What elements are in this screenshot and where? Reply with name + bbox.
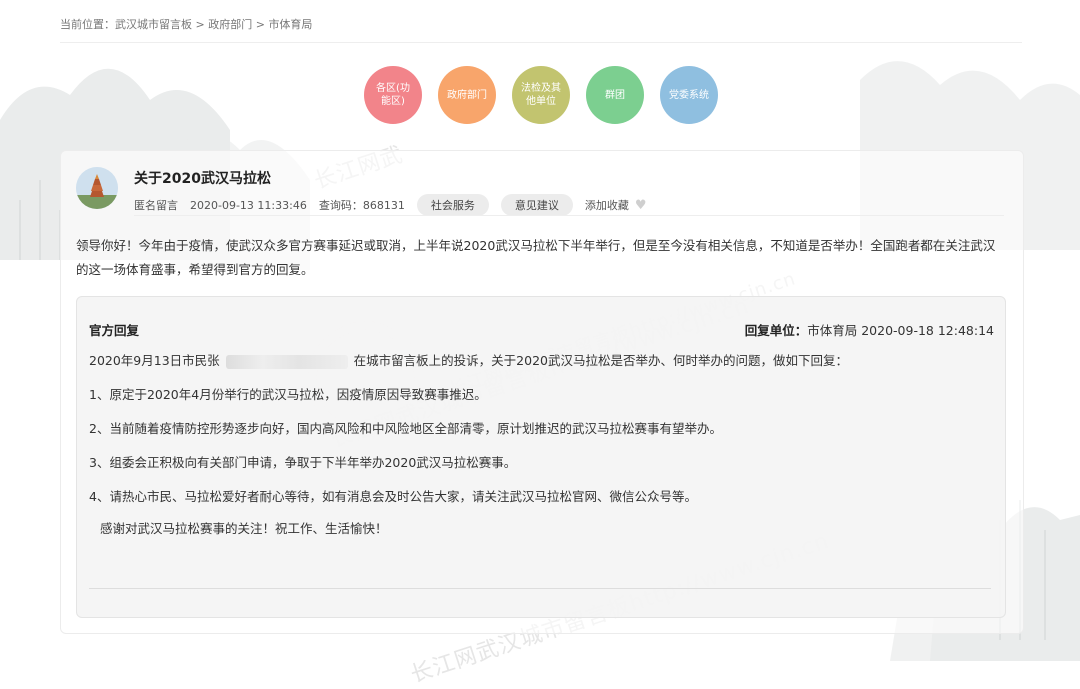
tag-suggestion[interactable]: 意见建议 [500, 194, 573, 216]
post-meta: 匿名留言 2020-09-13 11:33:46 查询码：868131 社会服务… [134, 194, 646, 216]
heart-icon[interactable]: ♥ [635, 198, 647, 213]
reply-meta: 回复单位：市体育局 2020-09-18 12:48:14 [745, 320, 994, 339]
reply-intro-after: 在城市留言板上的投诉，关于2020武汉马拉松是否举办、何时举办的问题，做如下回复… [353, 353, 848, 368]
category-districts[interactable]: 各区(功能区) [364, 66, 422, 124]
avatar [76, 167, 118, 209]
post-author: 匿名留言 [134, 199, 178, 212]
breadcrumb-link[interactable]: 武汉城市留言板 [115, 18, 192, 31]
reply-point: 4、请热心市民、马拉松爱好者耐心等待，如有消息会及时公告大家，请关注武汉马拉松官… [89, 489, 697, 504]
reply-datetime: 2020-09-18 12:48:14 [861, 323, 994, 338]
reply-intro-before: 2020年9月13日市民张 [89, 353, 220, 368]
category-government[interactable]: 政府部门 [438, 66, 496, 124]
category-label: 政府部门 [447, 89, 487, 101]
reply-point: 1、原定于2020年4月份举行的武汉马拉松，因疫情原因导致赛事推迟。 [89, 387, 487, 402]
breadcrumb: 当前位置：武汉城市留言板 > 政府部门 > 市体育局 [60, 16, 312, 32]
post-title: 关于2020武汉马拉松 [134, 171, 271, 187]
breadcrumb-separator: > [252, 18, 269, 31]
breadcrumb-separator: > [192, 18, 209, 31]
breadcrumb-prefix: 当前位置： [60, 18, 115, 31]
reply-unit: 市体育局 [807, 323, 858, 338]
tag-social-service[interactable]: 社会服务 [416, 194, 489, 216]
category-party-system[interactable]: 党委系统 [660, 66, 718, 124]
category-courts-others[interactable]: 法检及其他单位 [512, 66, 570, 124]
reply-intro: 2020年9月13日市民张 在城市留言板上的投诉，关于2020武汉马拉松是否举办、… [89, 350, 848, 369]
reply-point: 3、组委会正积极向有关部门申请，争取于下半年举办2020武汉马拉松赛事。 [89, 455, 517, 470]
post-datetime: 2020-09-13 11:33:46 [190, 198, 307, 212]
meta-divider [134, 215, 1004, 216]
category-label: 法检及其他单位 [521, 83, 561, 107]
category-mass-groups[interactable]: 群团 [586, 66, 644, 124]
breadcrumb-current: 市体育局 [268, 18, 313, 31]
post-body: 领导你好！今年由于疫情，使武汉众多官方赛事延迟或取消，上半年说2020武汉马拉松… [76, 238, 996, 277]
reply-point: 2、当前随着疫情防控形势逐步向好，国内高风险和中风险地区全部清零，原计划推迟的武… [89, 421, 722, 436]
add-favorite-link[interactable]: 添加收藏 [585, 197, 629, 213]
post-query-code: 查询码：868131 [318, 199, 405, 212]
reply-unit-label: 回复单位： [744, 323, 808, 338]
reply-heading: 官方回复 [89, 323, 140, 338]
reply-divider [89, 588, 991, 589]
redacted-name [225, 354, 348, 369]
category-label: 群团 [605, 89, 625, 101]
breadcrumb-link[interactable]: 政府部门 [208, 18, 252, 31]
breadcrumb-divider [60, 42, 1022, 43]
category-label: 党委系统 [669, 89, 709, 101]
tower-icon [76, 167, 118, 209]
reply-closing: 感谢对武汉马拉松赛事的关注！祝工作、生活愉快！ [100, 521, 388, 536]
category-label: 各区(功能区) [376, 83, 410, 107]
